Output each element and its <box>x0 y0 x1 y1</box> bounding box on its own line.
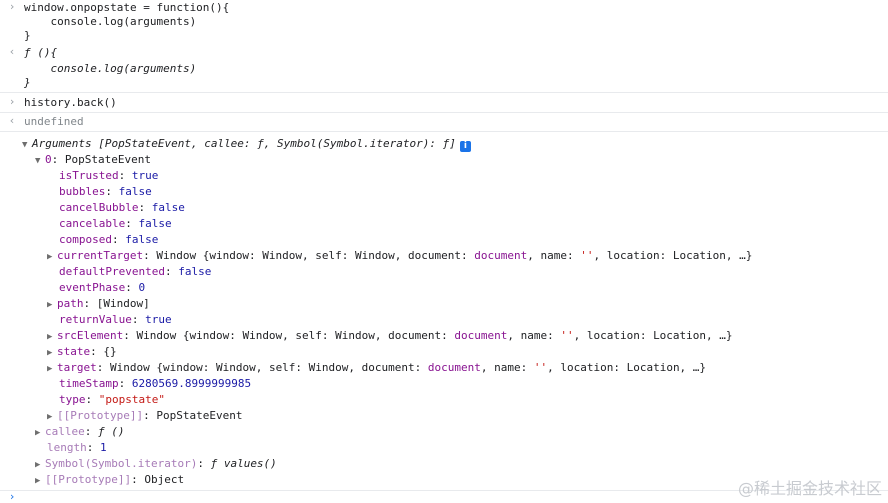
prop-returnValue: returnValue: true <box>59 313 172 326</box>
collapsed-triangle-icon[interactable]: ▶ <box>47 361 57 377</box>
prompt-chevron-icon[interactable]: › <box>6 490 18 503</box>
prop-type: type: "popstate" <box>59 393 165 406</box>
result-line: } <box>24 76 31 89</box>
collapsed-triangle-icon[interactable]: ▶ <box>47 249 57 265</box>
code-line: } <box>24 29 31 42</box>
result-arrow-icon: ‹ <box>8 45 16 58</box>
prop-defaultPrevented: defaultPrevented: false <box>59 265 212 278</box>
prop-path[interactable]: ▶ path: [Window] <box>47 296 888 312</box>
prop-composed: composed: false <box>59 233 159 246</box>
collapsed-triangle-icon[interactable]: ▶ <box>35 473 45 489</box>
prop-eventPhase: eventPhase: 0 <box>59 281 146 294</box>
expanded-triangle-icon[interactable]: ▼ <box>35 153 45 169</box>
prop-cancelable: cancelable: false <box>59 217 172 230</box>
arguments-object[interactable]: ▼ Arguments [PopStateEvent, callee: ƒ, Sy… <box>22 136 888 152</box>
result-line[interactable]: ƒ (){ <box>24 45 888 61</box>
divider <box>0 92 888 93</box>
input-chevron-icon: › <box>8 95 16 108</box>
collapsed-triangle-icon[interactable]: ▶ <box>47 345 57 361</box>
prop-cancelBubble: cancelBubble: false <box>59 201 185 214</box>
prop-isTrusted: isTrusted: true <box>59 169 159 182</box>
collapsed-triangle-icon[interactable]: ▶ <box>47 409 57 425</box>
prop-prototype[interactable]: ▶ [[Prototype]]: PopStateEvent <box>47 408 888 424</box>
collapsed-triangle-icon[interactable]: ▶ <box>35 425 45 441</box>
prop-bubbles: bubbles: false <box>59 185 152 198</box>
prop-symbol-iterator[interactable]: ▶ Symbol(Symbol.iterator): ƒ values() <box>35 456 888 472</box>
prop-length: length: 1 <box>47 441 107 454</box>
prop-callee[interactable]: ▶ callee: ƒ () <box>35 424 888 440</box>
input-chevron-icon: › <box>8 0 16 13</box>
result-arrow-icon: ‹ <box>8 114 16 127</box>
collapsed-triangle-icon[interactable]: ▶ <box>47 329 57 345</box>
prop-state[interactable]: ▶ state: {} <box>47 344 888 360</box>
collapsed-triangle-icon[interactable]: ▶ <box>47 297 57 313</box>
divider <box>0 112 888 113</box>
info-icon[interactable]: i <box>459 141 471 152</box>
watermark: @稀土掘金技术社区 <box>737 479 882 498</box>
expanded-triangle-icon[interactable]: ▼ <box>22 137 32 153</box>
prop-target[interactable]: ▶ target: Window {window: Window, self: W… <box>47 360 888 376</box>
code-line: history.back() <box>24 96 117 109</box>
prop-timeStamp: timeStamp: 6280569.8999999985 <box>59 377 252 390</box>
collapsed-triangle-icon[interactable]: ▶ <box>35 457 45 473</box>
prop-currentTarget[interactable]: ▶ currentTarget: Window {window: Window, … <box>47 248 888 264</box>
divider <box>0 131 888 132</box>
event-entry[interactable]: ▼ 0: PopStateEvent <box>35 152 888 168</box>
prop-srcElement[interactable]: ▶ srcElement: Window {window: Window, sel… <box>47 328 888 344</box>
result-undefined: undefined <box>24 115 84 128</box>
